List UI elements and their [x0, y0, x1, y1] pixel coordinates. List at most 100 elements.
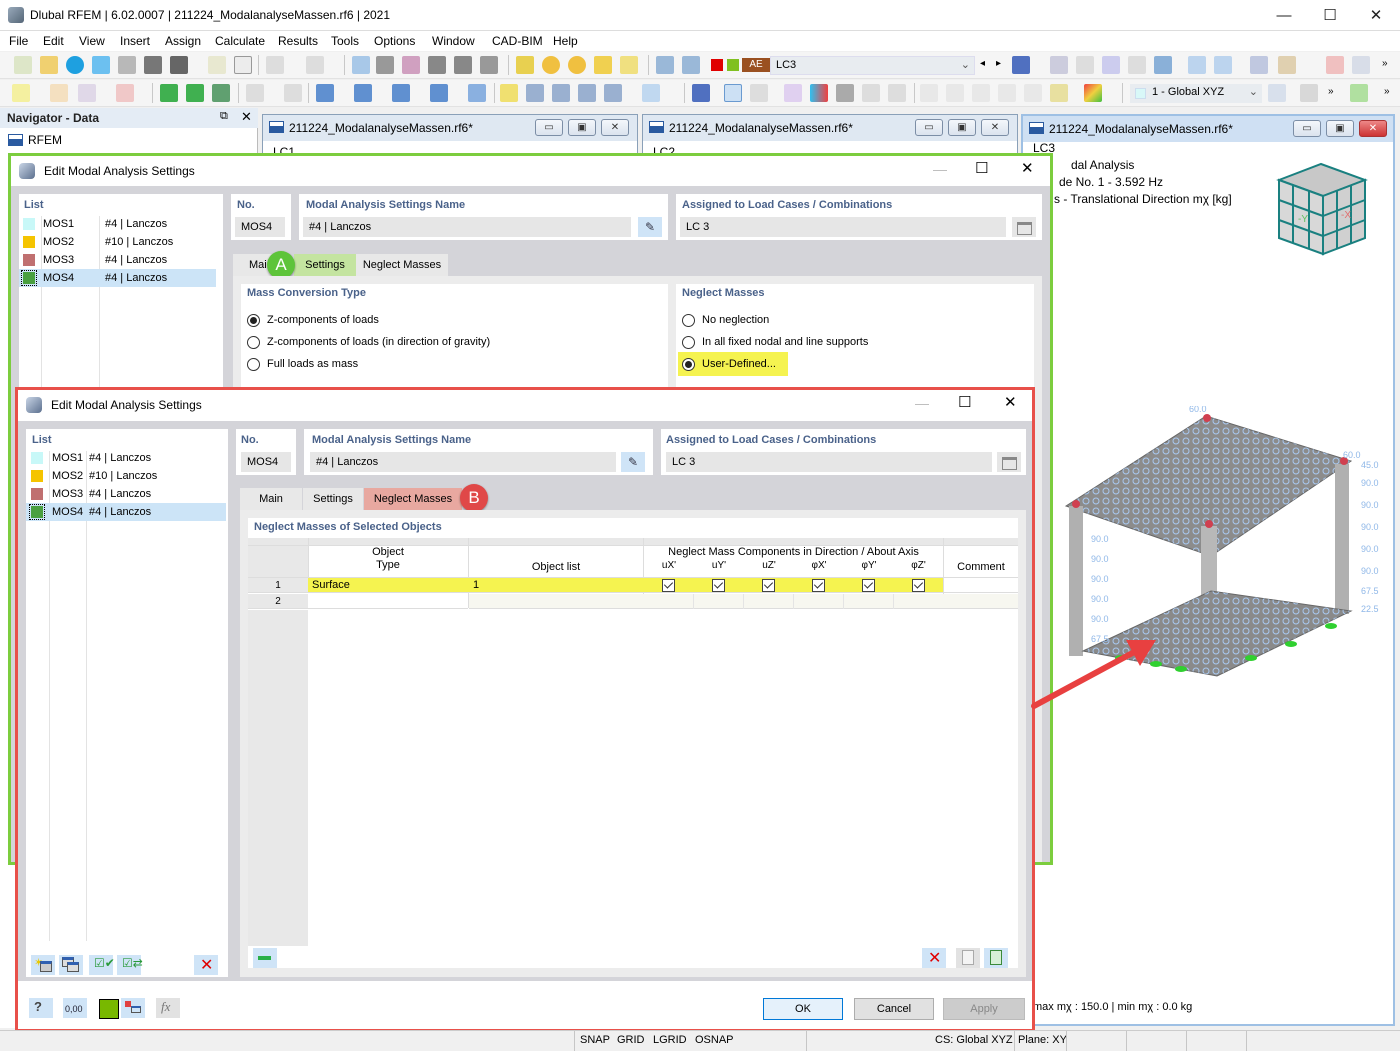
- dialog-b-close-button[interactable]: ✕: [1004, 393, 1017, 411]
- child-close-button[interactable]: ✕: [981, 119, 1009, 136]
- imposed-load-icon[interactable]: [642, 84, 660, 102]
- select-load-cases-icon[interactable]: [1012, 217, 1036, 237]
- radio-full-loads[interactable]: Full loads as mass: [247, 355, 358, 373]
- calc-table-icon[interactable]: [1350, 84, 1368, 102]
- load-case-dropdown[interactable]: LC3 ⌄: [770, 56, 975, 75]
- mesh-result-icon[interactable]: [1154, 56, 1172, 74]
- result-values-icon[interactable]: [1050, 56, 1068, 74]
- menu-calculate[interactable]: Calculate: [215, 34, 265, 48]
- nodal-support-icon[interactable]: [160, 84, 178, 102]
- cloud-icon[interactable]: [66, 56, 84, 74]
- colors-icon[interactable]: [1084, 84, 1102, 102]
- display-properties-icon[interactable]: [121, 998, 145, 1018]
- import-excel-icon[interactable]: [956, 948, 980, 968]
- toolbar-more-button[interactable]: »: [1382, 58, 1388, 69]
- status-grid[interactable]: GRID: [617, 1034, 645, 1046]
- support-result-icon[interactable]: [1102, 56, 1120, 74]
- script-icon[interactable]: [454, 56, 472, 74]
- child-close-button[interactable]: ✕: [601, 119, 629, 136]
- name-field[interactable]: #4 | Lanczos: [310, 452, 616, 472]
- radio-user-defined[interactable]: User-Defined...: [682, 355, 776, 373]
- tab-main[interactable]: Main: [240, 488, 302, 510]
- new-opening-icon[interactable]: [392, 84, 410, 102]
- maximize-button[interactable]: ☐: [1307, 0, 1353, 31]
- decimals-icon[interactable]: 0,00: [63, 998, 87, 1018]
- child-minimize-button[interactable]: ▭: [535, 119, 563, 136]
- table-row-1[interactable]: [308, 578, 943, 593]
- deformation-icon[interactable]: [1188, 56, 1206, 74]
- webservice-icon[interactable]: [92, 56, 110, 74]
- load-icon[interactable]: [656, 56, 674, 74]
- color-swatch-button[interactable]: [99, 999, 119, 1019]
- check-all-icon[interactable]: ☑✔: [89, 955, 115, 975]
- new-surface-icon[interactable]: [316, 84, 334, 102]
- next-lc-button[interactable]: ▸: [996, 58, 1001, 69]
- print-icon[interactable]: [170, 56, 188, 74]
- document-icon[interactable]: [234, 56, 252, 74]
- new-block-icon[interactable]: [468, 84, 486, 102]
- filter-icon[interactable]: [1012, 56, 1030, 74]
- section-2-icon[interactable]: [946, 84, 964, 102]
- tab-neglect-masses[interactable]: Neglect Masses: [356, 254, 448, 276]
- new-polyline-icon[interactable]: [116, 84, 134, 102]
- menu-tools[interactable]: Tools: [331, 34, 359, 48]
- pin-icon[interactable]: ⧉: [220, 110, 228, 123]
- line-load-icon[interactable]: [552, 84, 570, 102]
- table-icon[interactable]: [376, 56, 394, 74]
- status-osnap[interactable]: OSNAP: [695, 1034, 734, 1046]
- report-icon[interactable]: [208, 56, 226, 74]
- animation-icon[interactable]: [750, 84, 768, 102]
- select-box-icon[interactable]: [620, 56, 638, 74]
- menu-help[interactable]: Help: [553, 34, 578, 48]
- dialog-a-close-button[interactable]: ✕: [1021, 159, 1034, 177]
- edit-name-icon[interactable]: ✎: [621, 452, 645, 472]
- navigator-toggle-icon[interactable]: [352, 56, 370, 74]
- cell-object-list[interactable]: 1: [473, 579, 479, 591]
- list-icon[interactable]: [480, 56, 498, 74]
- delete-row-icon[interactable]: ✕: [922, 948, 946, 968]
- list-item-mos3[interactable]: MOS3 #4 | Lanczos: [19, 251, 216, 269]
- dialog-b-maximize-button[interactable]: ☐: [958, 393, 971, 411]
- menu-results[interactable]: Results: [278, 34, 318, 48]
- section-1-icon[interactable]: [920, 84, 938, 102]
- menu-edit[interactable]: Edit: [43, 34, 64, 48]
- menu-cad-bim[interactable]: CAD-BIM: [492, 34, 543, 48]
- undo-icon[interactable]: [266, 56, 284, 74]
- section-4-icon[interactable]: [998, 84, 1016, 102]
- edit-name-icon[interactable]: ✎: [638, 217, 662, 237]
- xxx-support-icon[interactable]: [1128, 56, 1146, 74]
- new-model-icon[interactable]: [14, 56, 32, 74]
- child-minimize-button[interactable]: ▭: [915, 119, 943, 136]
- menu-options[interactable]: Options: [374, 34, 415, 48]
- lighting-icon[interactable]: [1050, 84, 1068, 102]
- copy-item-icon[interactable]: [59, 955, 83, 975]
- result-lines-icon[interactable]: [888, 84, 906, 102]
- child-maximize-button[interactable]: ▣: [1326, 120, 1354, 137]
- solid-result-icon[interactable]: [836, 84, 854, 102]
- coord-system-dropdown[interactable]: 1 - Global XYZ ⌄: [1130, 84, 1262, 103]
- tab-settings[interactable]: Settings: [294, 254, 356, 276]
- xxx-deform-icon[interactable]: [1214, 56, 1232, 74]
- menu-window[interactable]: Window: [432, 34, 475, 48]
- checkbox-uz[interactable]: [762, 579, 775, 592]
- list-item-mos2[interactable]: MOS2 #10 | Lanczos: [26, 467, 226, 485]
- menu-view[interactable]: View: [79, 34, 105, 48]
- coordinate-icon[interactable]: [284, 84, 302, 102]
- select-circle-icon[interactable]: [568, 56, 586, 74]
- delete-item-icon[interactable]: ✕: [194, 955, 218, 975]
- status-lgrid[interactable]: LGRID: [653, 1034, 687, 1046]
- status-snap[interactable]: SNAP: [580, 1034, 610, 1046]
- load-down-icon[interactable]: [682, 56, 700, 74]
- radio-z-components[interactable]: Z-components of loads: [247, 311, 379, 329]
- ok-button[interactable]: OK: [763, 998, 843, 1020]
- cell-object-type[interactable]: Surface: [312, 579, 350, 591]
- list-item-mos1[interactable]: MOS1 #4 | Lanczos: [19, 215, 216, 233]
- new-node-icon[interactable]: [12, 84, 30, 102]
- view-settings-icon[interactable]: [1250, 56, 1268, 74]
- zoom-cancel-icon[interactable]: [1326, 56, 1344, 74]
- panel-icon[interactable]: [402, 56, 420, 74]
- radio-fixed-supports[interactable]: In all fixed nodal and line supports: [682, 333, 868, 351]
- export-excel-icon[interactable]: [984, 948, 1008, 968]
- checkbox-ux[interactable]: [662, 579, 675, 592]
- cancel-button[interactable]: Cancel: [854, 998, 934, 1020]
